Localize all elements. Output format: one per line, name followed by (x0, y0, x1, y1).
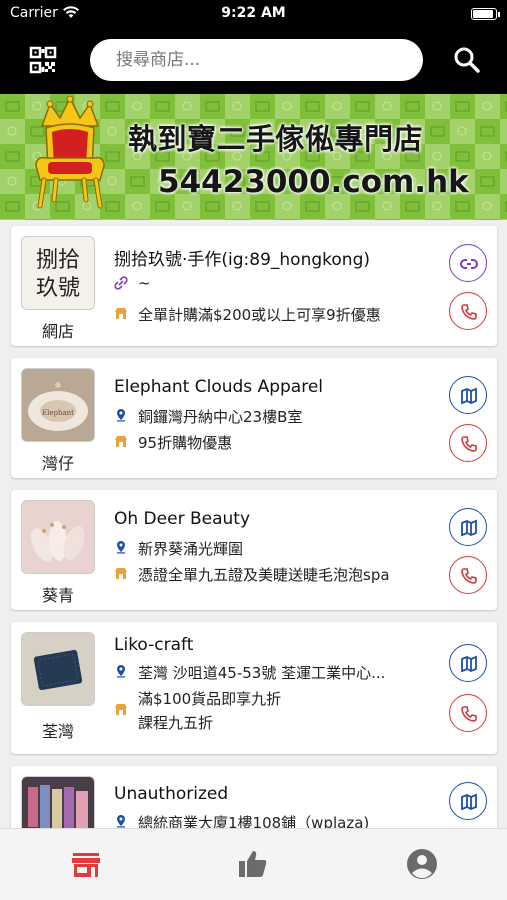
account-icon (407, 849, 437, 879)
shop-info-text: 荃灣 沙咀道45-53號 荃運工業中心... (138, 664, 386, 682)
shop-card[interactable]: 荃灣 Liko-craft 荃灣 沙咀道45-53號 荃運工業中心... 滿$1… (11, 622, 497, 754)
district-label: 荃灣 (41, 722, 74, 741)
store-offer-icon (115, 436, 127, 447)
shop-offer-text: 憑證全單九五證及美睫送睫毛泡泡spa (138, 566, 390, 584)
shop-card[interactable]: 葵青 Oh Deer Beauty 新界葵涌光輝圍 憑證全單九五證及美睫送睫毛泡… (11, 490, 497, 610)
search-icon (454, 47, 480, 73)
shop-logo-image: 捌拾 玖號 (36, 248, 80, 301)
store-offer-icon (115, 568, 127, 579)
throne-chair-icon (35, 96, 105, 209)
shop-info-text: 新界葵涌光輝圍 (138, 540, 244, 558)
view-map-button[interactable] (449, 376, 487, 414)
shop-thumbnail: 捌拾 玖號 (21, 236, 95, 310)
map-icon (461, 519, 477, 537)
banner-title: 執到寶二手傢俬專門店 (128, 122, 424, 156)
district-label: 灣仔 (41, 454, 74, 473)
shop-name: Oh Deer Beauty (114, 509, 250, 529)
map-icon (461, 793, 477, 811)
battery-icon (471, 8, 500, 20)
shop-thumbnail (21, 776, 95, 828)
location-icon (117, 409, 125, 422)
phone-icon (461, 706, 477, 722)
shop-offer-text: 滿$100貨品即享九折 (138, 690, 282, 708)
shop-photo-image (22, 501, 94, 573)
shop-info-text: 總統商業大廈1樓108鋪（wplaza) (138, 814, 370, 828)
open-link-button[interactable] (449, 244, 487, 282)
advertisement-banner[interactable]: 執到寶二手傢俬專門店 54423000.com.hk (0, 94, 507, 220)
store-icon (72, 853, 100, 877)
shop-card[interactable]: Elephant 灣仔 Elephant Clouds Apparel 銅鑼灣丹… (11, 358, 497, 478)
map-icon (461, 655, 477, 673)
shop-list[interactable]: 捌拾 玖號 網店 捌拾玖號·手作(ig:89_hongkong) ~ 全單計購滿… (0, 220, 507, 828)
location-icon (117, 541, 125, 554)
phone-icon (461, 436, 477, 452)
district-label: 葵青 (41, 586, 74, 605)
link-icon (114, 276, 128, 290)
banner-url: 54423000.com.hk (158, 164, 469, 200)
shop-thumbnail: Elephant (21, 368, 95, 442)
shop-photo-image (22, 777, 94, 828)
shop-name: 捌拾玖號·手作(ig:89_hongkong) (114, 250, 370, 270)
shop-offer-text-line2: 課程九五折 (138, 714, 214, 732)
svg-text:捌拾: 捌拾 (36, 248, 80, 273)
bottom-tab-bar (0, 828, 507, 900)
shop-offer-text: 全單計購滿$200或以上可享9折優惠 (138, 306, 381, 324)
shop-photo-image: Elephant (22, 369, 94, 441)
shop-name: Liko-craft (114, 635, 194, 655)
shop-name: Elephant Clouds Apparel (114, 377, 323, 397)
location-icon (117, 665, 125, 678)
status-bar: Carrier 9:22 AM (0, 0, 507, 28)
tab-account[interactable] (405, 847, 439, 881)
call-button[interactable] (449, 556, 487, 594)
qr-scan-button[interactable] (28, 45, 58, 75)
location-icon (117, 815, 125, 828)
shop-photo-image (22, 633, 94, 705)
shop-info-text: 銅鑼灣丹納中心23樓B室 (138, 408, 303, 426)
shop-thumbnail (21, 500, 95, 574)
link-icon (460, 259, 478, 269)
call-button[interactable] (449, 424, 487, 462)
svg-text:Elephant: Elephant (42, 409, 74, 417)
thumbs-up-icon (239, 851, 267, 877)
call-button[interactable] (449, 292, 487, 330)
shop-name: Unauthorized (114, 784, 229, 804)
phone-icon (461, 304, 477, 320)
shop-card[interactable]: Unauthorized 總統商業大廈1樓108鋪（wplaza) (11, 766, 497, 828)
svg-text:玖號: 玖號 (36, 276, 80, 301)
tab-favourites[interactable] (236, 847, 270, 881)
view-map-button[interactable] (449, 782, 487, 820)
top-bar (0, 28, 507, 94)
tab-shops[interactable] (69, 847, 103, 881)
map-icon (461, 387, 477, 405)
shop-card[interactable]: 捌拾 玖號 網店 捌拾玖號·手作(ig:89_hongkong) ~ 全單計購滿… (11, 226, 497, 346)
qr-code-icon (29, 46, 57, 74)
store-offer-icon (115, 704, 127, 715)
store-offer-icon (115, 308, 127, 319)
call-button[interactable] (449, 694, 487, 732)
shop-thumbnail (21, 632, 95, 706)
view-map-button[interactable] (449, 644, 487, 682)
phone-icon (461, 568, 477, 584)
district-label: 網店 (41, 322, 74, 341)
view-map-button[interactable] (449, 508, 487, 546)
shop-info-text: ~ (138, 274, 151, 292)
search-button[interactable] (452, 45, 482, 75)
search-input[interactable] (90, 39, 423, 81)
clock: 9:22 AM (221, 5, 286, 21)
shop-offer-text: 95折購物優惠 (138, 434, 233, 452)
